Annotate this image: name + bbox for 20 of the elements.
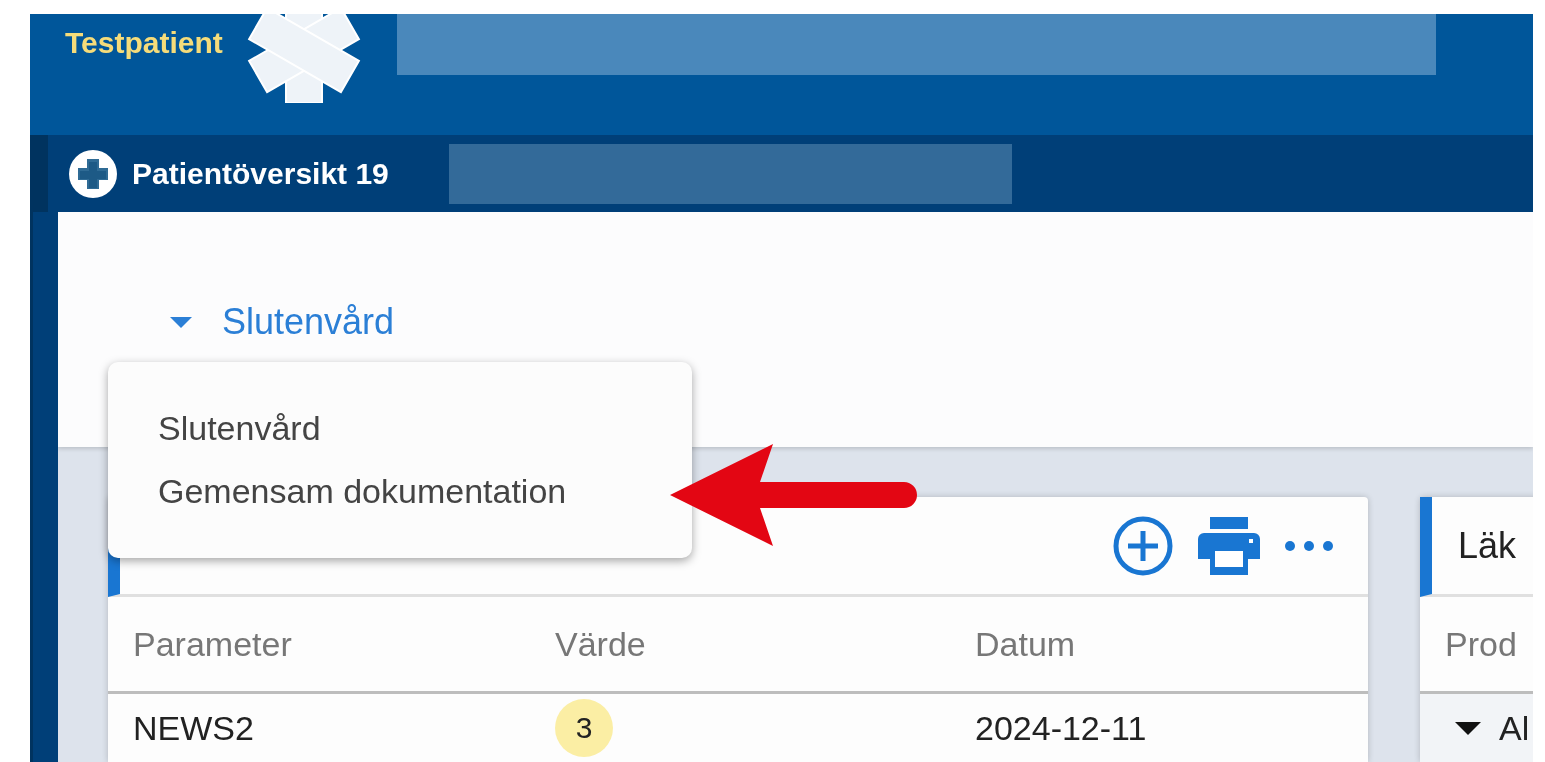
score-badge: 3 — [555, 699, 613, 758]
menu-item[interactable]: Gemensam dokumentation — [158, 464, 567, 519]
table-cell: 2024-12-11 — [975, 708, 1147, 748]
column-header: Datum — [975, 624, 1076, 664]
column-header: Värde — [555, 624, 646, 664]
tab-title[interactable]: Patientöversikt 19 — [132, 156, 389, 191]
menu-item[interactable]: Slutenvård — [158, 401, 321, 456]
context-selector[interactable]: Slutenvård — [170, 301, 395, 343]
caret-icon — [170, 316, 192, 328]
group-label: Al — [1499, 708, 1530, 748]
print-icon[interactable] — [1198, 516, 1260, 575]
patient-name: Testpatient — [65, 26, 223, 60]
more-icon[interactable] — [1284, 539, 1334, 552]
medical-cross-icon — [68, 148, 118, 199]
card-title: Läk — [1458, 524, 1517, 567]
caret-icon — [1455, 721, 1481, 735]
column-header: Parameter — [133, 624, 292, 664]
table-cell: NEWS2 — [133, 708, 254, 748]
column-header: Prod — [1445, 624, 1517, 664]
add-icon[interactable] — [1112, 514, 1174, 577]
